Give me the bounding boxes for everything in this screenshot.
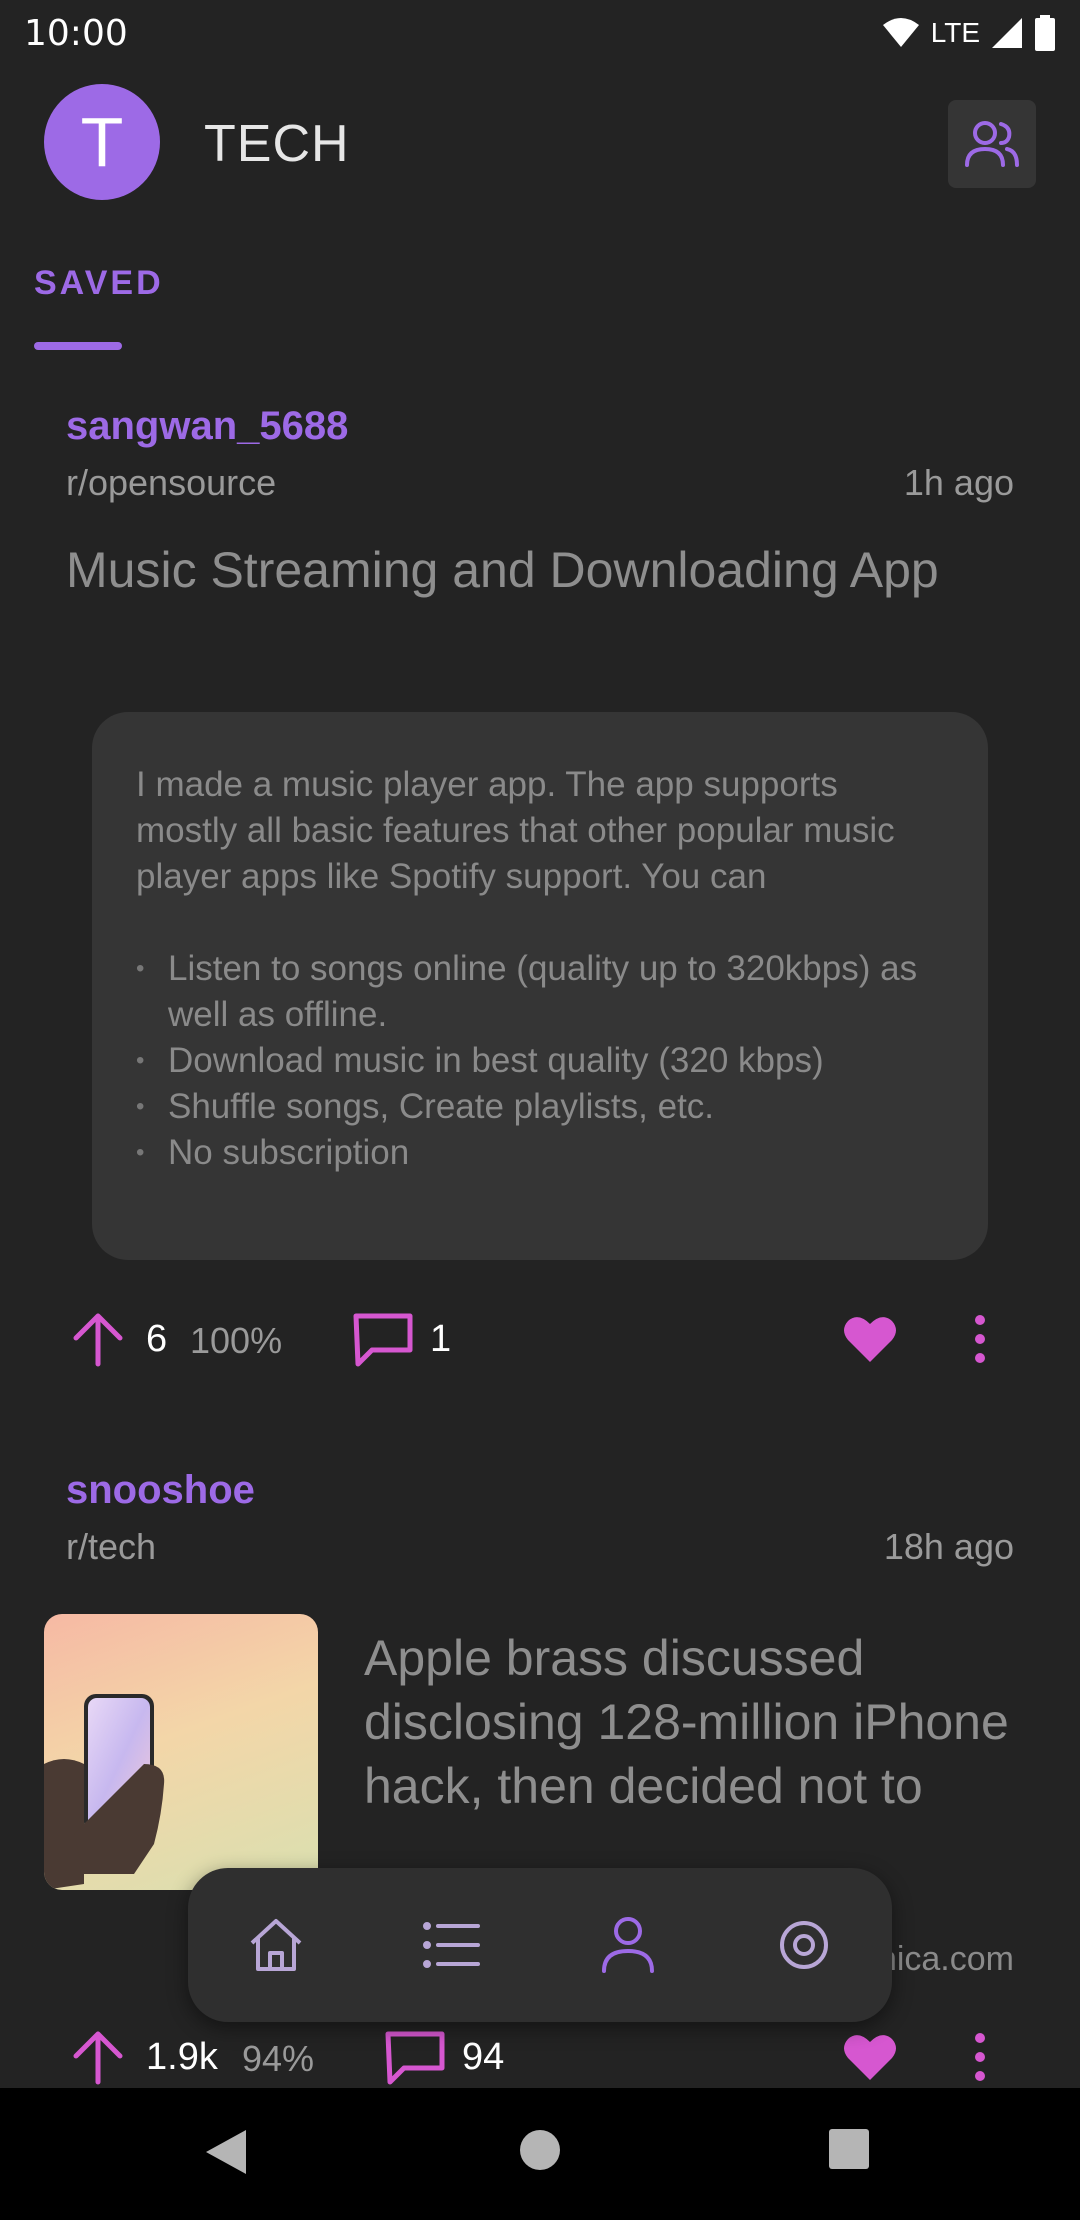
heart-icon bbox=[844, 1317, 896, 1362]
arrow-up-icon bbox=[73, 2031, 123, 2085]
post-actions: 1.9k 94% 94 bbox=[0, 2018, 1080, 2098]
arrow-up-icon bbox=[73, 1313, 123, 1367]
more-vertical-icon bbox=[975, 1315, 985, 1363]
signal-icon bbox=[992, 18, 1022, 48]
more-options-button[interactable] bbox=[972, 2032, 988, 2082]
avatar[interactable]: T bbox=[44, 84, 160, 200]
selftext-bullet: No subscription bbox=[136, 1130, 944, 1176]
post-thumbnail[interactable] bbox=[44, 1614, 318, 1890]
post-time: 18h ago bbox=[883, 1526, 1014, 1567]
heart-icon bbox=[844, 2035, 896, 2080]
phone-in-hand-image bbox=[44, 1694, 165, 1890]
comment-icon bbox=[353, 1313, 413, 1367]
network-type: LTE bbox=[930, 17, 980, 48]
post-author[interactable]: sangwan_5688 bbox=[66, 404, 348, 449]
recents-square-icon bbox=[829, 2129, 869, 2169]
system-navigation-bar bbox=[0, 2088, 1080, 2220]
status-icons: LTE bbox=[881, 15, 1056, 51]
post-selftext[interactable]: I made a music player app. The app suppo… bbox=[92, 712, 988, 1260]
post-title[interactable]: Apple brass discussed disclosing 128-mil… bbox=[364, 1626, 1024, 1868]
settings-icon bbox=[780, 1921, 828, 1969]
list-icon bbox=[423, 1922, 480, 1968]
post-subreddit[interactable]: r/tech bbox=[66, 1526, 156, 1568]
more-options-button[interactable] bbox=[972, 1314, 988, 1364]
post-author[interactable]: snooshoe bbox=[66, 1468, 255, 1513]
more-vertical-icon bbox=[975, 2033, 985, 2081]
selftext-bullet: Shuffle songs, Create playlists, etc. bbox=[136, 1084, 944, 1130]
upvote-ratio: 94% bbox=[242, 2038, 315, 2079]
nav-home-button[interactable] bbox=[240, 1909, 312, 1981]
score: 6 bbox=[146, 1318, 168, 1360]
comments-button[interactable] bbox=[384, 2030, 446, 2086]
save-button[interactable] bbox=[842, 1314, 898, 1364]
users-icon bbox=[965, 121, 1019, 167]
home-icon bbox=[250, 1919, 302, 1971]
recents-button[interactable] bbox=[828, 2128, 870, 2174]
home-circle-icon bbox=[520, 2130, 560, 2170]
bottom-navigation bbox=[188, 1868, 892, 2022]
post-actions: 6 100% 1 bbox=[0, 1300, 1080, 1380]
back-triangle-icon bbox=[206, 2130, 246, 2174]
header: T TECH bbox=[0, 84, 1080, 204]
nav-settings-button[interactable] bbox=[768, 1909, 840, 1981]
home-system-button[interactable] bbox=[518, 2128, 562, 2176]
tab-indicator bbox=[34, 342, 122, 350]
back-button[interactable] bbox=[204, 2128, 248, 2180]
post-title[interactable]: Music Streaming and Downloading App bbox=[66, 538, 1026, 602]
selftext-bullet: Listen to songs online (quality up to 32… bbox=[136, 946, 944, 1038]
community-members-button[interactable] bbox=[948, 100, 1036, 188]
page-title: TECH bbox=[204, 115, 350, 173]
tab-saved[interactable]: SAVED bbox=[34, 264, 164, 303]
post-time: 1h ago bbox=[903, 462, 1014, 503]
battery-icon bbox=[1035, 15, 1055, 51]
post-subreddit[interactable]: r/opensource bbox=[66, 462, 276, 504]
comments-button[interactable] bbox=[352, 1312, 414, 1368]
nav-profile-button[interactable] bbox=[592, 1909, 664, 1981]
profile-icon bbox=[602, 1917, 654, 1973]
score: 1.9k bbox=[146, 2036, 218, 2078]
upvote-button[interactable] bbox=[72, 2028, 124, 2086]
upvote-button[interactable] bbox=[72, 1310, 124, 1368]
status-time: 10:00 bbox=[24, 12, 128, 54]
wifi-icon bbox=[882, 18, 919, 47]
comment-count: 94 bbox=[462, 2036, 505, 2078]
link-domain[interactable]: nica.com bbox=[878, 1940, 1014, 1979]
nav-feed-button[interactable] bbox=[416, 1909, 488, 1981]
comment-icon bbox=[385, 2031, 445, 2085]
selftext-list: Listen to songs online (quality up to 32… bbox=[136, 946, 944, 1176]
selftext-bullet: Download music in best quality (320 kbps… bbox=[136, 1038, 944, 1084]
upvote-ratio: 100% bbox=[190, 1320, 283, 1361]
comment-count: 1 bbox=[430, 1318, 452, 1360]
selftext-paragraph: I made a music player app. The app suppo… bbox=[136, 765, 895, 896]
status-bar: 10:00 LTE bbox=[0, 0, 1080, 66]
save-button[interactable] bbox=[842, 2032, 898, 2082]
